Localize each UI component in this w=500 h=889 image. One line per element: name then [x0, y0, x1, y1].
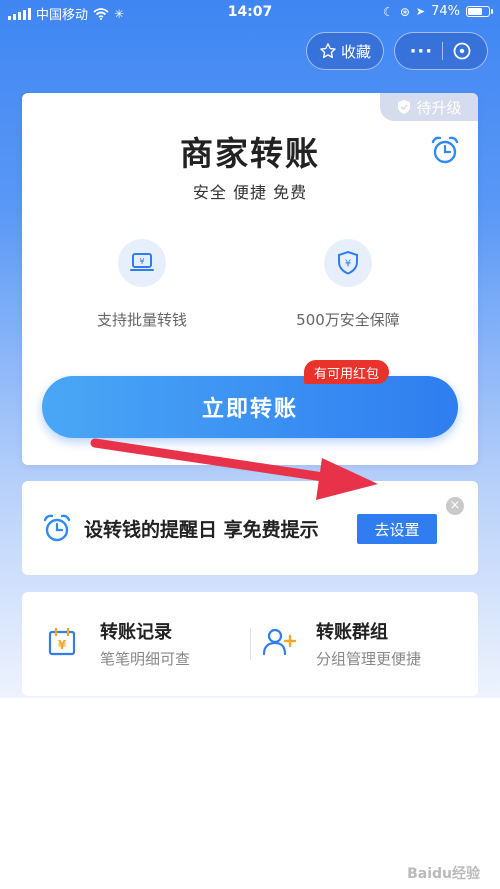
favorite-button[interactable]: 收藏 [306, 32, 384, 70]
reminder-card: 设转钱的提醒日 享免费提示 去设置 × [22, 481, 478, 575]
quick-links-card: ¥ 转账记录 笔笔明细可查 转账群组 分组管理更便捷 [22, 592, 478, 696]
battery-icon [466, 6, 493, 17]
moon-icon: ☾ [383, 4, 394, 19]
page-subtitle: 安全 便捷 免费 [192, 183, 308, 202]
reminder-text: 设转钱的提醒日 享免费提示 [84, 519, 319, 541]
feature-label: 500万安全保障 [296, 311, 400, 329]
more-icon[interactable]: ··· [410, 41, 434, 62]
link-subtitle: 分组管理更便捷 [316, 650, 422, 668]
svg-text:¥: ¥ [139, 257, 144, 266]
close-miniprogram-icon[interactable] [452, 41, 472, 61]
shield-check-icon [398, 100, 411, 114]
status-right: ☾ ⊛ ➤ 74% [383, 4, 493, 19]
feature-label: 支持批量转钱 [96, 311, 187, 329]
go-set-button[interactable]: 去设置 [357, 514, 437, 544]
red-packet-badge: 有可用红包 [304, 360, 390, 384]
alarm-clock-icon [43, 514, 71, 542]
link-subtitle: 笔笔明细可查 [100, 650, 191, 668]
battery-fill [468, 8, 482, 15]
transfer-groups-link[interactable]: 转账群组 分组管理更便捷 [262, 618, 472, 670]
status-bar: 中国移动 ✳ 14:07 ☾ ⊛ ➤ 74% [0, 0, 500, 28]
transfer-screen-icon: ¥ [118, 239, 166, 287]
capsule-divider [442, 42, 444, 60]
white-background [0, 698, 500, 889]
orientation-lock-icon: ⊛ [399, 4, 410, 19]
location-icon: ➤ [415, 5, 426, 18]
svg-text:¥: ¥ [345, 259, 351, 270]
svg-text:¥: ¥ [58, 638, 67, 652]
page-title: 商家转账 [180, 134, 320, 173]
feature-security: ¥ 500万安全保障 [248, 239, 448, 330]
link-title: 转账记录 [100, 622, 172, 643]
transfer-now-button[interactable]: 立即转账 [42, 376, 458, 438]
close-icon[interactable]: × [446, 497, 464, 515]
watermark: Baidu经验 [407, 866, 480, 882]
shield-yuan-icon: ¥ [324, 239, 372, 287]
link-title: 转账群组 [316, 622, 388, 643]
feature-batch-transfer: ¥ 支持批量转钱 [42, 239, 242, 330]
capsule-menu[interactable]: ··· [394, 32, 488, 70]
links-divider [250, 628, 251, 660]
transfer-records-link[interactable]: ¥ 转账记录 笔笔明细可查 [46, 618, 246, 670]
merchant-transfer-card: 待升级 商家转账 安全 便捷 免费 ¥ 支持批量转钱 ¥ 500万安全保障 立即… [22, 93, 478, 465]
star-icon [320, 43, 336, 59]
alarm-clock-icon[interactable] [430, 135, 460, 165]
battery-percent: 74% [431, 4, 460, 19]
upgrade-label: 待升级 [416, 98, 462, 117]
calendar-yuan-icon: ¥ [48, 627, 76, 656]
user-add-icon [262, 628, 296, 656]
upgrade-badge[interactable]: 待升级 [380, 93, 478, 121]
favorite-label: 收藏 [340, 42, 371, 61]
